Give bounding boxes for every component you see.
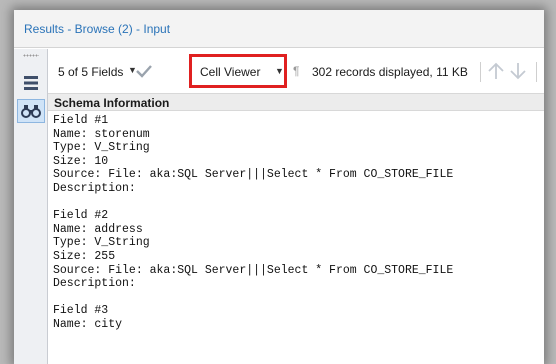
toolbar-separator — [480, 62, 481, 82]
schema-line: Description: — [53, 277, 136, 291]
schema-line: Field #3 — [53, 304, 109, 318]
chevron-down-icon: ▼ — [275, 66, 284, 76]
fields-dropdown[interactable]: 5 of 5 Fields — [58, 65, 123, 79]
schema-line: Source: File: aka:SQL Server|||Select * … — [53, 168, 454, 182]
schema-line: Type: V_String — [53, 236, 150, 250]
arrow-down-icon[interactable] — [508, 61, 528, 81]
schema-text-area[interactable]: Field #1 Name: storenum Type: V_String S… — [48, 111, 544, 364]
checkmark-icon[interactable] — [136, 64, 152, 78]
schema-line: Size: 255 — [53, 249, 116, 263]
schema-line: Name: city — [53, 317, 123, 331]
results-toolbar: 5 of 5 Fields ▼ Cell Viewer ▼ ¶ 302 reco… — [48, 49, 544, 93]
records-status: 302 records displayed, 11 KB — [312, 65, 468, 79]
schema-line: Description: — [53, 181, 136, 195]
left-tool-strip — [14, 49, 48, 364]
pilcrow-icon[interactable]: ¶ — [293, 64, 299, 78]
schema-information-header: Schema Information — [48, 93, 544, 111]
schema-line: Source: File: aka:SQL Server|||Select * … — [53, 263, 454, 277]
schema-line: Field #1 — [53, 114, 109, 127]
window-title: Results - Browse (2) - Input — [24, 22, 171, 36]
cell-viewer-tool-button[interactable] — [17, 99, 45, 123]
cell-viewer-dropdown[interactable]: Cell Viewer ▼ — [189, 54, 287, 88]
schema-text: Field #1 Name: storenum Type: V_String S… — [53, 114, 453, 332]
list-view-button[interactable] — [17, 71, 45, 95]
schema-line: Name: address — [53, 222, 143, 236]
cell-viewer-label: Cell Viewer — [200, 65, 261, 79]
drag-grip-icon[interactable] — [23, 54, 39, 57]
schema-line: Name: storenum — [53, 127, 150, 141]
schema-line: Field #2 — [53, 209, 109, 223]
schema-header-label: Schema Information — [54, 96, 170, 110]
title-bar: Results - Browse (2) - Input — [14, 10, 544, 48]
arrow-up-icon[interactable] — [486, 61, 506, 81]
schema-line: Type: V_String — [53, 141, 150, 155]
toolbar-separator — [536, 62, 537, 82]
browse-results-window: Results - Browse (2) - Input 5 of 5 Fiel… — [14, 10, 544, 364]
schema-line: Size: 10 — [53, 154, 109, 168]
binoculars-icon — [21, 105, 41, 118]
list-view-icon — [24, 76, 38, 90]
